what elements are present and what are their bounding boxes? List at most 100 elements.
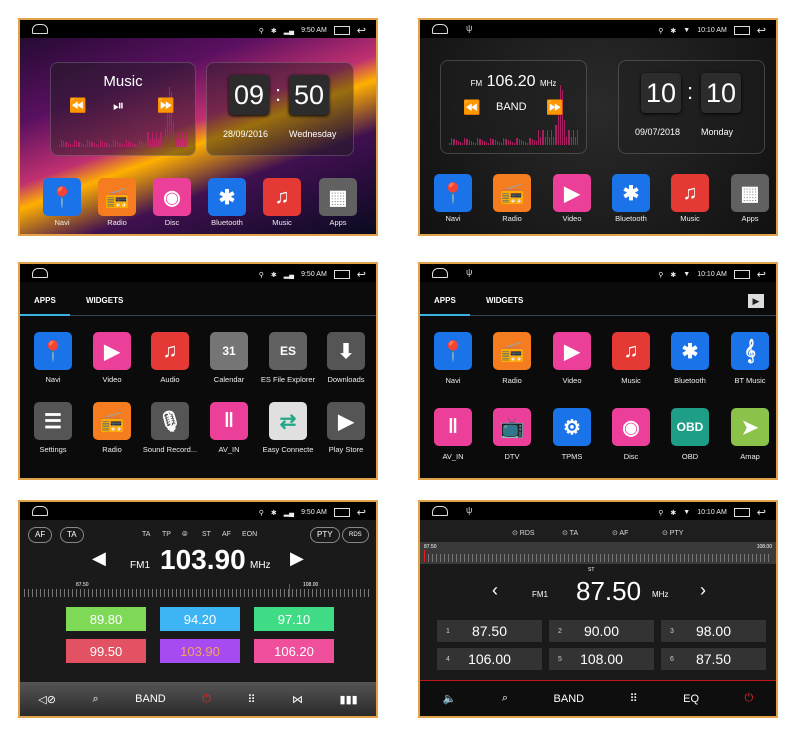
- app-tpms[interactable]: ⚙: [553, 408, 591, 446]
- app-apps[interactable]: ▦: [731, 174, 769, 212]
- back-icon[interactable]: ↩: [757, 24, 766, 37]
- indicator-1[interactable]: ⊙ TA: [562, 529, 578, 537]
- app-audio[interactable]: ♫: [151, 332, 189, 370]
- app-disc[interactable]: ◉: [153, 178, 191, 216]
- pill-ta[interactable]: TA: [60, 527, 84, 543]
- app-radio[interactable]: 📻: [93, 402, 131, 440]
- app-bluetooth[interactable]: ✱: [208, 178, 246, 216]
- app-radio[interactable]: 📻: [98, 178, 136, 216]
- keypad-icon[interactable]: ⠿: [247, 693, 255, 706]
- app-obd[interactable]: OBD: [671, 408, 709, 446]
- indicator-2[interactable]: ⊙ AF: [612, 529, 628, 537]
- preset-5[interactable]: 103.90: [160, 639, 240, 663]
- rewind-button[interactable]: ⏪: [69, 97, 86, 114]
- stereo-icon[interactable]: ⋈: [292, 693, 303, 706]
- tab-apps[interactable]: APPS: [434, 296, 456, 305]
- tab-widgets[interactable]: WIDGETS: [86, 296, 123, 305]
- search-icon[interactable]: ⌕: [502, 692, 508, 705]
- app-play-store[interactable]: ▶: [327, 402, 365, 440]
- band-button[interactable]: BAND: [554, 693, 585, 705]
- app-navi[interactable]: 📍: [434, 174, 472, 212]
- home-icon[interactable]: [32, 268, 48, 278]
- recent-apps-icon[interactable]: [333, 270, 350, 279]
- play-store-shortcut-icon[interactable]: ▶: [748, 294, 764, 308]
- app-downloads[interactable]: ⬇: [327, 332, 365, 370]
- back-icon[interactable]: ↩: [357, 268, 366, 281]
- app-video[interactable]: ▶: [553, 332, 591, 370]
- power-icon[interactable]: ⏻: [744, 692, 753, 705]
- tuning-scale[interactable]: [424, 554, 772, 562]
- app-apps[interactable]: ▦: [319, 178, 357, 216]
- app-bluetooth[interactable]: ✱: [671, 332, 709, 370]
- tuning-scale[interactable]: [24, 589, 372, 597]
- equalizer-icon[interactable]: ▮▮▮: [340, 693, 358, 706]
- seek-back-button[interactable]: ◀: [92, 548, 106, 569]
- app-video[interactable]: ▶: [93, 332, 131, 370]
- tab-widgets[interactable]: WIDGETS: [486, 296, 523, 305]
- tuning-needle[interactable]: [289, 584, 290, 597]
- back-icon[interactable]: ↩: [757, 506, 766, 519]
- app-navi[interactable]: 📍: [34, 332, 72, 370]
- app-av-in[interactable]: ǁ: [210, 402, 248, 440]
- recent-apps-icon[interactable]: [733, 26, 750, 35]
- app-music[interactable]: ♫: [612, 332, 650, 370]
- app-easy-connecte[interactable]: ⇄: [269, 402, 307, 440]
- app-sound-record-[interactable]: 🎙: [151, 402, 189, 440]
- pill-pty[interactable]: PTY: [310, 527, 340, 543]
- recent-apps-icon[interactable]: [733, 270, 750, 279]
- app-amap[interactable]: ➤: [731, 408, 769, 446]
- tuning-needle[interactable]: [424, 550, 425, 562]
- seek-back-button[interactable]: ⏪: [463, 99, 480, 116]
- app-es-file-explorer[interactable]: ES: [269, 332, 307, 370]
- app-radio[interactable]: 📻: [493, 174, 531, 212]
- app-bt-music[interactable]: 𝄞: [731, 332, 769, 370]
- band-button[interactable]: BAND: [135, 693, 166, 705]
- volume-icon[interactable]: 🔈: [443, 692, 457, 705]
- seek-forward-button[interactable]: ›: [700, 580, 706, 601]
- power-icon[interactable]: ⏻: [202, 693, 211, 706]
- app-navi[interactable]: 📍: [43, 178, 81, 216]
- pill-af[interactable]: AF: [28, 527, 53, 543]
- back-icon[interactable]: ↩: [757, 268, 766, 281]
- recent-apps-icon[interactable]: [333, 508, 350, 517]
- home-icon[interactable]: [32, 24, 48, 34]
- preset-3[interactable]: 97.10: [254, 607, 334, 631]
- app-settings[interactable]: ☰: [34, 402, 72, 440]
- tab-apps[interactable]: APPS: [34, 296, 56, 305]
- preset-5[interactable]: 5 108.00: [549, 648, 654, 670]
- home-icon[interactable]: [32, 506, 48, 516]
- fast-forward-button[interactable]: ⏩: [157, 97, 174, 114]
- app-video[interactable]: ▶: [553, 174, 591, 212]
- keypad-icon[interactable]: ⠿: [630, 692, 638, 705]
- preset-6[interactable]: 6 87.50: [661, 648, 766, 670]
- pill-rds[interactable]: RDS: [342, 527, 369, 543]
- app-music[interactable]: ♫: [671, 174, 709, 212]
- preset-1[interactable]: 89.80: [66, 607, 146, 631]
- play-pause-button[interactable]: ⏯: [113, 97, 124, 114]
- app-bluetooth[interactable]: ✱: [612, 174, 650, 212]
- preset-1[interactable]: 1 87.50: [437, 620, 542, 642]
- app-av-in[interactable]: ǁ: [434, 408, 472, 446]
- music-widget[interactable]: Music ⏪ ⏯ ⏩: [50, 62, 196, 156]
- preset-2[interactable]: 94.20: [160, 607, 240, 631]
- preset-2[interactable]: 2 90.00: [549, 620, 654, 642]
- radio-widget[interactable]: FM 106.20 MHz ⏪ BAND ⏩: [440, 60, 587, 154]
- mute-icon[interactable]: ◁⊘: [38, 693, 56, 706]
- band-button[interactable]: BAND: [496, 101, 527, 113]
- preset-4[interactable]: 99.50: [66, 639, 146, 663]
- seek-forward-button[interactable]: ⏩: [546, 99, 563, 116]
- app-radio[interactable]: 📻: [493, 332, 531, 370]
- app-disc[interactable]: ◉: [612, 408, 650, 446]
- recent-apps-icon[interactable]: [733, 508, 750, 517]
- app-calendar[interactable]: 31: [210, 332, 248, 370]
- recent-apps-icon[interactable]: [333, 26, 350, 35]
- app-navi[interactable]: 📍: [434, 332, 472, 370]
- home-icon[interactable]: [432, 268, 448, 278]
- preset-6[interactable]: 106.20: [254, 639, 334, 663]
- indicator-3[interactable]: ⊙ PTY: [662, 529, 683, 537]
- seek-back-button[interactable]: ‹: [492, 580, 498, 601]
- back-icon[interactable]: ↩: [357, 24, 366, 37]
- eq-button[interactable]: EQ: [683, 693, 699, 705]
- app-dtv[interactable]: 📺: [493, 408, 531, 446]
- indicator-0[interactable]: ⊙ RDS: [512, 529, 535, 537]
